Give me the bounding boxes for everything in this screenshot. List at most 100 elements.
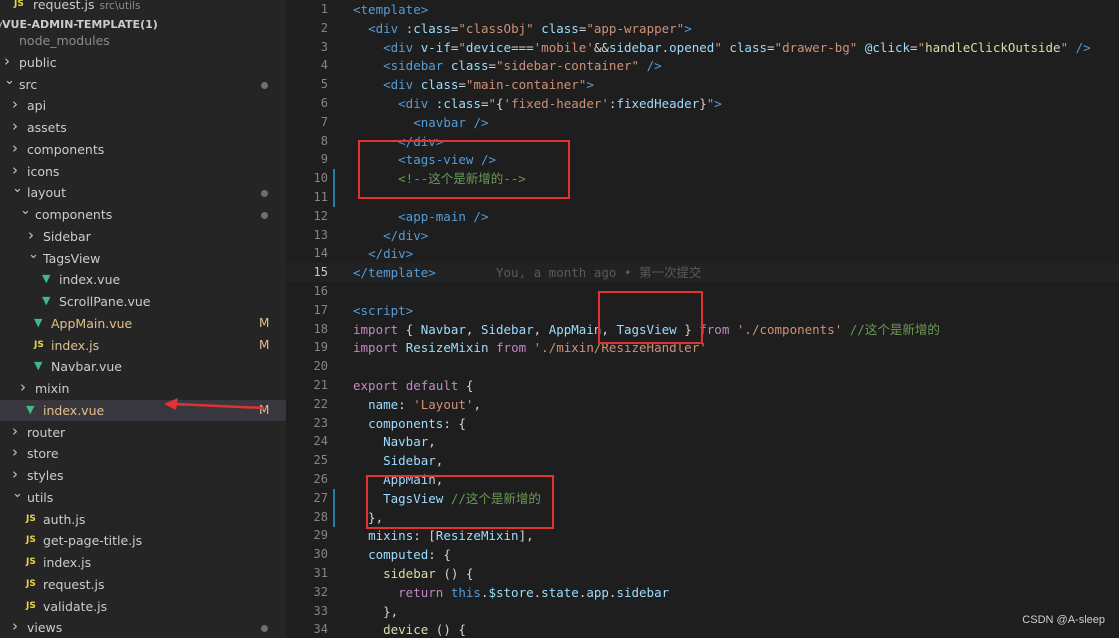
code-text: name: 'Layout', bbox=[368, 397, 481, 412]
file-navbar-vue[interactable]: ▼ Navbar.vue bbox=[0, 356, 286, 377]
code-line[interactable]: 15 </template> You, a month ago • 第一次提交 bbox=[286, 263, 1119, 282]
folder-label: mixin bbox=[35, 381, 70, 396]
file-index-js[interactable]: JS index.js M bbox=[0, 335, 286, 356]
code-line[interactable]: 34 device () { bbox=[286, 620, 1119, 638]
code-line[interactable]: 20 bbox=[286, 357, 1119, 376]
modified-dot-icon bbox=[261, 212, 268, 219]
watermark: CSDN @A-sleep bbox=[1022, 614, 1105, 626]
code-text: components: { bbox=[368, 416, 466, 431]
modified-dot-icon bbox=[261, 82, 268, 89]
js-file-icon: JS bbox=[26, 514, 36, 524]
file-label: index.js bbox=[51, 338, 100, 353]
file-label: index.js bbox=[43, 555, 92, 570]
line-number: 19 bbox=[313, 340, 328, 354]
folder-public[interactable]: › public bbox=[0, 52, 286, 73]
folder-icons[interactable]: › icons bbox=[0, 161, 286, 182]
code-line[interactable]: 1 <template> bbox=[286, 0, 1119, 19]
code-line[interactable]: 31 sidebar () { bbox=[286, 564, 1119, 583]
code-line[interactable]: 22 name: 'Layout', bbox=[286, 395, 1119, 414]
file-appmain-vue[interactable]: ▼ AppMain.vue M bbox=[0, 313, 286, 334]
open-file-row[interactable]: JS request.js src\utils bbox=[0, 0, 286, 15]
file-validate-js[interactable]: JS validate.js bbox=[0, 596, 286, 617]
folder-src[interactable]: ⌄ src bbox=[0, 73, 286, 95]
code-line[interactable]: 21 export default { bbox=[286, 376, 1119, 395]
line-number: 18 bbox=[313, 322, 328, 336]
file-request-js[interactable]: JS request.js bbox=[0, 574, 286, 595]
folder-label: utils bbox=[27, 490, 54, 505]
chevron-right-icon: › bbox=[12, 422, 18, 440]
file-auth-js[interactable]: JS auth.js bbox=[0, 509, 286, 530]
code-line[interactable]: 5 <div class="main-container"> bbox=[286, 75, 1119, 94]
folder-label: router bbox=[27, 425, 66, 440]
code-line[interactable]: 30 computed: { bbox=[286, 545, 1119, 564]
line-number: 6 bbox=[320, 96, 328, 110]
code-text: return this.$store.state.app.sidebar bbox=[398, 585, 670, 600]
file-label: index.vue bbox=[59, 272, 121, 287]
code-editor[interactable]: 1 <template> 2 <div :class="classObj" clas… bbox=[286, 0, 1119, 638]
folder-assets[interactable]: › assets bbox=[0, 117, 286, 138]
folder-label: store bbox=[27, 446, 59, 461]
code-line[interactable]: 32 return this.$store.state.app.sidebar bbox=[286, 583, 1119, 602]
open-file-name: request.js bbox=[33, 0, 95, 12]
folder-layout[interactable]: ⌄ layout bbox=[0, 181, 286, 203]
file-label: auth.js bbox=[43, 512, 86, 527]
line-number: 21 bbox=[313, 378, 328, 392]
code-line[interactable]: 13 </div> bbox=[286, 226, 1119, 245]
folder-router[interactable]: › router bbox=[0, 422, 286, 443]
code-line[interactable]: 6 <div :class="{'fixed-header':fixedHead… bbox=[286, 94, 1119, 113]
code-line[interactable]: 12 <app-main /> bbox=[286, 207, 1119, 226]
git-change-marker bbox=[333, 489, 335, 508]
git-modified-badge: M bbox=[259, 316, 270, 330]
code-line[interactable]: 14 </div> bbox=[286, 244, 1119, 263]
code-text: </div> bbox=[383, 228, 429, 243]
chevron-right-icon: › bbox=[12, 465, 18, 483]
code-text: device () { bbox=[383, 622, 466, 637]
annotation-box-import bbox=[598, 291, 703, 344]
line-number: 1 bbox=[320, 2, 328, 16]
vue-file-icon: ▼ bbox=[34, 359, 43, 372]
file-get-page-title-js[interactable]: JS get-page-title.js bbox=[0, 530, 286, 551]
folder-components[interactable]: ⌄ components bbox=[0, 203, 286, 225]
file-label: ScrollPane.vue bbox=[59, 294, 151, 309]
folder-utils[interactable]: ⌄ utils bbox=[0, 486, 286, 508]
line-number: 8 bbox=[320, 134, 328, 148]
code-line[interactable]: 7 <navbar /> bbox=[286, 113, 1119, 132]
chevron-right-icon: › bbox=[4, 52, 10, 70]
vue-file-icon: ▼ bbox=[42, 272, 51, 285]
file-index-js[interactable]: JS index.js bbox=[0, 552, 286, 573]
chevron-down-icon: ⌄ bbox=[12, 181, 23, 196]
code-line[interactable]: 4 <sidebar class="sidebar-container" /> bbox=[286, 56, 1119, 75]
folder-label: Sidebar bbox=[43, 229, 91, 244]
folder-views[interactable]: › views bbox=[0, 617, 286, 638]
folder-store[interactable]: › store bbox=[0, 443, 286, 464]
file-label: AppMain.vue bbox=[51, 316, 133, 331]
line-number: 10 bbox=[313, 171, 328, 185]
js-file-icon: JS bbox=[26, 535, 36, 545]
code-line[interactable]: 2 <div :class="classObj" class="app-wrap… bbox=[286, 19, 1119, 38]
code-line[interactable]: 24 Navbar, bbox=[286, 432, 1119, 451]
code-text: <div :class="classObj" class="app-wrappe… bbox=[368, 21, 692, 36]
code-text: </template> You, a month ago • 第一次提交 bbox=[353, 265, 702, 280]
line-number: 27 bbox=[313, 491, 328, 505]
js-file-icon: JS bbox=[14, 0, 24, 9]
code-line[interactable]: 3 <div v-if="device==='mobile'&&sidebar.… bbox=[286, 38, 1119, 57]
vue-file-icon: ▼ bbox=[26, 403, 35, 416]
code-line[interactable]: 33 }, bbox=[286, 602, 1119, 621]
folder-components[interactable]: › components bbox=[0, 139, 286, 160]
folder-node-modules[interactable]: node_modules bbox=[0, 30, 286, 51]
folder-api[interactable]: › api bbox=[0, 95, 286, 116]
code-text: <div class="main-container"> bbox=[383, 77, 594, 92]
folder-tagsview[interactable]: ⌄ TagsView bbox=[0, 247, 286, 269]
folder-label: src bbox=[19, 77, 38, 92]
line-number: 25 bbox=[313, 453, 328, 467]
file-scrollpane-vue[interactable]: ▼ ScrollPane.vue bbox=[0, 291, 286, 312]
code-line[interactable]: 25 Sidebar, bbox=[286, 451, 1119, 470]
folder-label: icons bbox=[27, 164, 60, 179]
file-index-vue[interactable]: ▼ index.vue bbox=[0, 269, 286, 290]
folder-sidebar[interactable]: › Sidebar bbox=[0, 226, 286, 247]
code-line[interactable]: 23 components: { bbox=[286, 414, 1119, 433]
chevron-down-icon: ⌄ bbox=[4, 73, 15, 88]
folder-styles[interactable]: › styles bbox=[0, 465, 286, 486]
chevron-right-icon: › bbox=[12, 117, 18, 135]
line-number: 9 bbox=[320, 152, 328, 166]
